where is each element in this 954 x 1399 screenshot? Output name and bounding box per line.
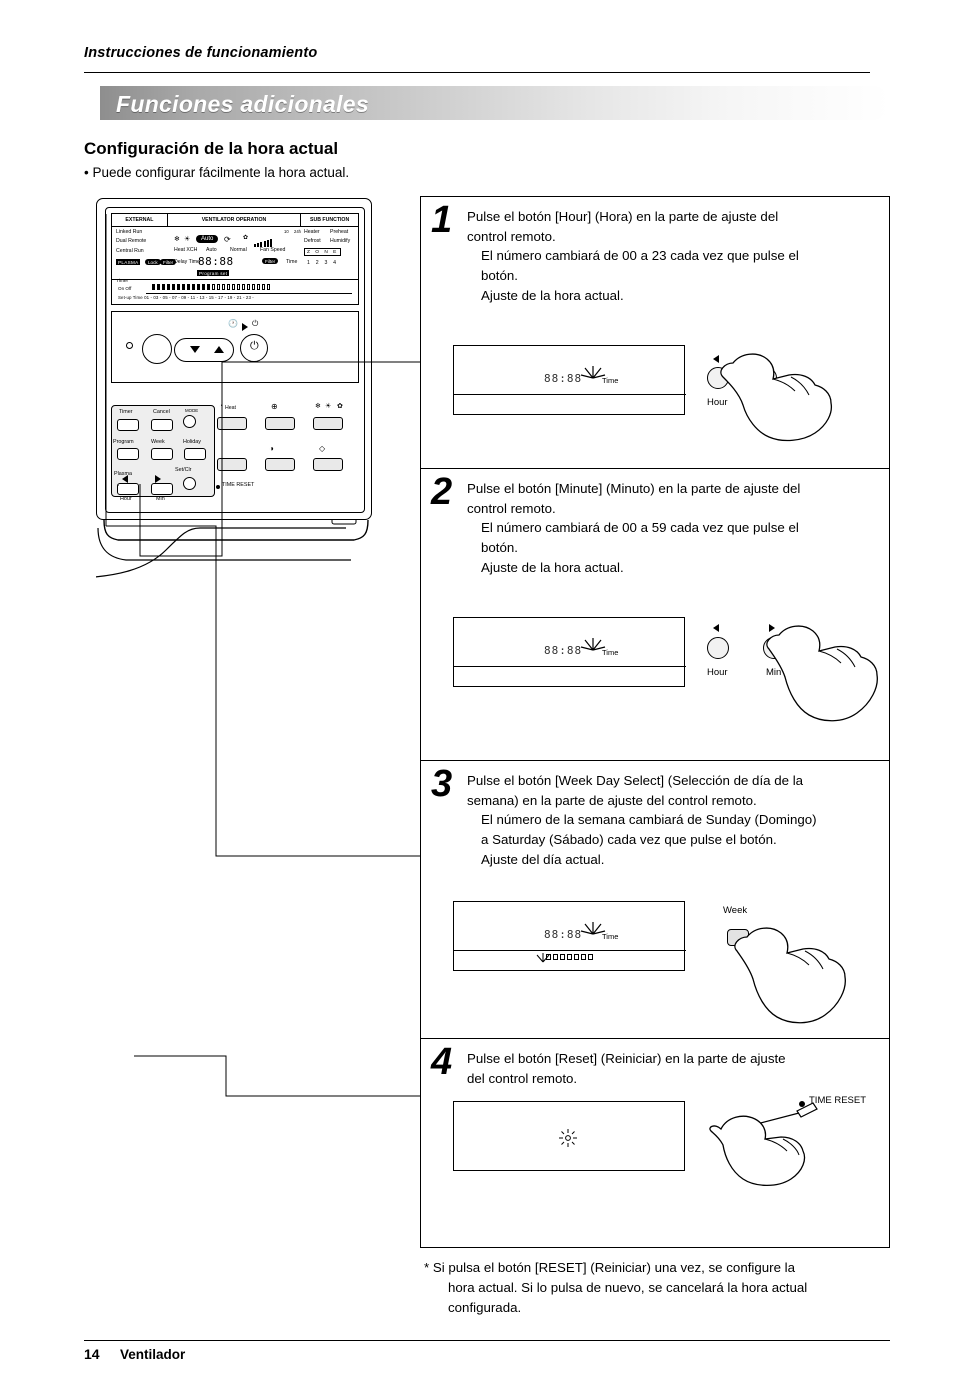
step-2-text: Pulse el botón [Minute] (Minuto) en la p… xyxy=(467,479,879,577)
footnote-line-2: hora actual. Si lo pulsa de nuevo, se ca… xyxy=(448,1279,808,1295)
step-2-sub-3: Ajuste de la hora actual. xyxy=(481,559,624,575)
step-2-sub-1: El número cambiará de 00 a 59 cada vez q… xyxy=(481,520,799,536)
step-2-line-1: Pulse el botón [Minute] (Minuto) en la p… xyxy=(467,481,801,496)
step-2-display-rule xyxy=(454,666,686,667)
step-3-sub-2: a Saturday (Sábado) cada vez que pulse e… xyxy=(481,832,777,848)
step-4: 4 Pulse el botón [Reset] (Reiniciar) en … xyxy=(421,1039,889,1247)
step-2-display: 88:88 Time xyxy=(453,617,686,687)
step-3-display: 88:88 Time xyxy=(453,901,686,971)
step-2-sub-2: botón. xyxy=(481,540,518,556)
step-1-segment: 88:88 xyxy=(544,372,583,385)
manual-page: Instrucciones de funcionamiento Funcione… xyxy=(0,0,954,1399)
step-3-hand-icon xyxy=(734,927,846,1024)
step-1-hand-icon xyxy=(720,353,833,442)
step-3: 3 Pulse el botón [Week Day Select] (Sele… xyxy=(421,761,889,1039)
step-2-left-arrow-icon xyxy=(713,624,719,632)
footer-label: Ventilador xyxy=(120,1347,186,1362)
step-4-hand-with-pen-icon xyxy=(709,1102,818,1187)
steps-table: 1 Pulse el botón [Hour] (Hora) en la par… xyxy=(420,196,890,1248)
step-3-segment: 88:88 xyxy=(544,928,583,941)
step-2-hour-button[interactable] xyxy=(707,637,729,659)
step-4-number: 4 xyxy=(431,1041,453,1083)
step-1-line-2: control remoto. xyxy=(467,228,556,244)
page-subtitle: • Puede configurar fácilmente la hora ac… xyxy=(84,165,350,180)
step-2-line-2: control remoto. xyxy=(467,500,556,516)
step-1: 1 Pulse el botón [Hour] (Hora) en la par… xyxy=(421,197,889,469)
step-3-weekday-boxes xyxy=(546,954,593,960)
step-1-line-1: Pulse el botón [Hour] (Hora) en la parte… xyxy=(467,209,779,224)
step-4-display xyxy=(453,1101,685,1171)
footnote-line-3: configurada. xyxy=(448,1299,522,1315)
step-3-blink-icon xyxy=(580,922,606,935)
footnote-line-1: * Si pulsa el botón [RESET] (Reiniciar) … xyxy=(424,1260,796,1275)
step-1-display-rule xyxy=(454,394,686,395)
step-1-display: 88:88 Time xyxy=(453,345,686,415)
step-3-line-1: Pulse el botón [Week Day Select] (Selecc… xyxy=(467,773,804,788)
header-divider xyxy=(84,72,870,73)
footer-divider xyxy=(84,1340,890,1341)
step-2-hand-icon xyxy=(766,625,878,722)
running-head: Instrucciones de funcionamiento xyxy=(84,45,318,61)
step-1-sub-1: El número cambiará de 00 a 23 cada vez q… xyxy=(481,248,799,264)
step-1-sub-2: botón. xyxy=(481,268,518,284)
step-2: 2 Pulse el botón [Minute] (Minuto) en la… xyxy=(421,469,889,761)
step-4-line-1: Pulse el botón [Reset] (Reiniciar) en la… xyxy=(467,1051,786,1066)
step-3-display-rule xyxy=(454,950,686,951)
page-number: 14 xyxy=(84,1346,100,1362)
step-3-weekday-blink-icon xyxy=(536,953,550,963)
step-2-segment: 88:88 xyxy=(544,644,583,657)
step-3-line-2: semana) en la parte de ajuste del contro… xyxy=(467,792,757,808)
step-2-hour-label: Hour xyxy=(707,667,728,678)
step-3-text: Pulse el botón [Week Day Select] (Selecc… xyxy=(467,771,879,869)
step-1-blink-icon xyxy=(580,366,606,379)
step-1-text: Pulse el botón [Hour] (Hora) en la parte… xyxy=(467,207,879,305)
step-4-blink-icon xyxy=(559,1129,577,1147)
step-1-number: 1 xyxy=(431,199,453,241)
step-4-text: Pulse el botón [Reset] (Reiniciar) en la… xyxy=(467,1049,879,1088)
page-title: Configuración de la hora actual xyxy=(84,139,339,158)
step-2-number: 2 xyxy=(431,471,453,513)
step-3-number: 3 xyxy=(431,763,453,805)
step-4-line-2: del control remoto. xyxy=(467,1070,578,1086)
step-3-week-label: Week xyxy=(723,905,748,916)
step-3-sub-3: Ajuste del día actual. xyxy=(481,851,605,867)
footnote: * Si pulsa el botón [RESET] (Reiniciar) … xyxy=(424,1258,890,1318)
step-2-blink-icon xyxy=(580,638,606,651)
banner-title: Funciones adicionales xyxy=(116,91,369,117)
step-1-sub-3: Ajuste de la hora actual. xyxy=(481,287,624,303)
step-3-sub-1: El número de la semana cambiará de Sunda… xyxy=(481,812,817,828)
